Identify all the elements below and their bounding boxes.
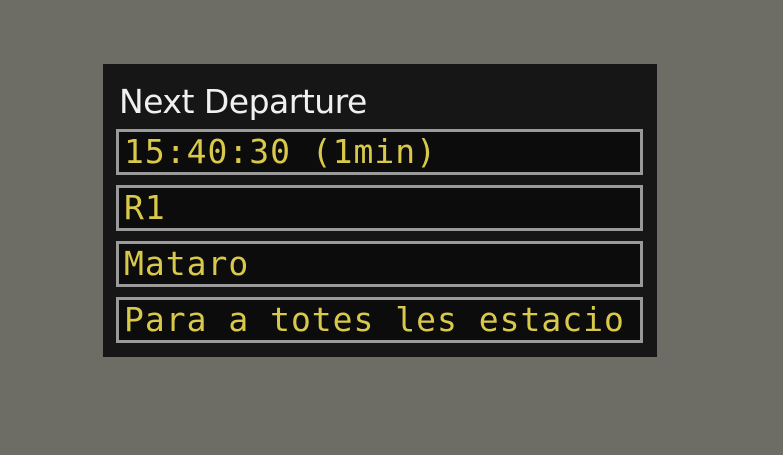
departure-time-field[interactable]: 15:40:30 (1min) [116,129,643,175]
line-name-text: R1 [124,188,166,227]
departure-time-text: 15:40:30 (1min) [124,132,438,171]
panel-title: Next Departure [119,82,367,121]
destination-text: Mataro [124,244,250,283]
service-info-text: Para a totes les estacio [124,300,625,339]
destination-field[interactable]: Mataro [116,241,643,287]
next-departure-panel: Next Departure 15:40:30 (1min) R1 Mataro… [103,64,657,357]
service-info-field[interactable]: Para a totes les estacio [116,297,643,343]
line-name-field[interactable]: R1 [116,185,643,231]
